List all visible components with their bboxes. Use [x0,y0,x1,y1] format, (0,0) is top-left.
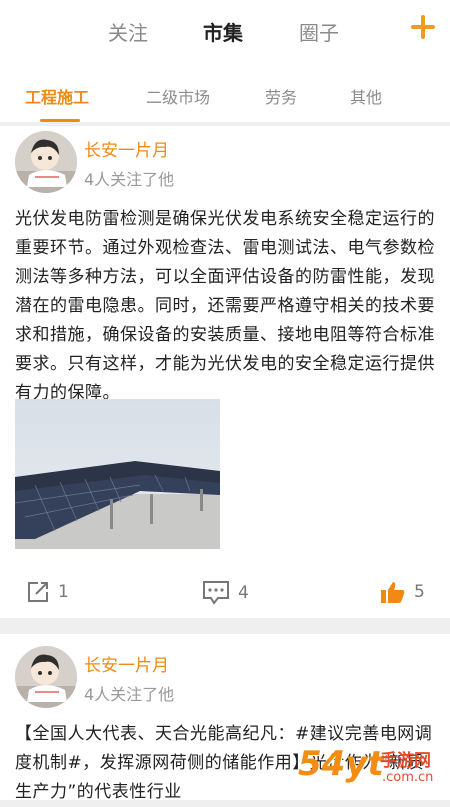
follower-count: 4人关注了他 [84,685,175,704]
share-count: 1 [58,582,69,602]
follower-count: 4人关注了他 [84,170,175,189]
thumbs-up-icon [381,582,405,603]
like-button[interactable]: 5 [380,580,425,604]
watermark-site: .com.cn [382,770,434,785]
category-bar: 工程施工 二级市场 劳务 其他 [0,62,450,122]
plus-icon[interactable] [408,12,438,42]
subtab-construction[interactable]: 工程施工 [25,84,89,108]
tab-follow[interactable]: 关注 [108,17,148,46]
top-bar: 关注 市集 圈子 [0,0,450,62]
subtab-other[interactable]: 其他 [350,84,382,108]
comment-count: 4 [238,583,249,603]
subtab-secondary-market[interactable]: 二级市场 [146,84,210,108]
avatar[interactable] [15,646,77,708]
post-text[interactable]: 光伏发电防雷检测是确保光伏发电系统安全稳定运行的重要环节。通过外观检查法、雷电测… [15,205,435,408]
watermark-sub: 手游网 [380,751,431,771]
comment-icon [203,581,229,605]
site-watermark: 54yt 手游网 .com.cn [298,738,448,798]
active-tab-indicator [40,119,80,122]
share-icon [28,582,48,602]
post-image-solar-panels[interactable] [15,399,220,549]
tab-circle[interactable]: 圈子 [299,17,339,46]
tab-market[interactable]: 市集 [203,17,243,46]
like-count: 5 [414,582,425,602]
subtab-labor[interactable]: 劳务 [265,84,297,108]
post-card[interactable]: 长安一片月 4人关注了他 光伏发电防雷检测是确保光伏发电系统安全稳定运行的重要环… [0,126,450,618]
avatar[interactable] [15,131,77,193]
comment-button[interactable]: 4 [202,580,249,606]
watermark-main: 54yt [298,744,384,784]
username[interactable]: 长安一片月 [84,651,169,676]
username[interactable]: 长安一片月 [84,136,169,161]
share-button[interactable]: 1 [26,580,69,604]
